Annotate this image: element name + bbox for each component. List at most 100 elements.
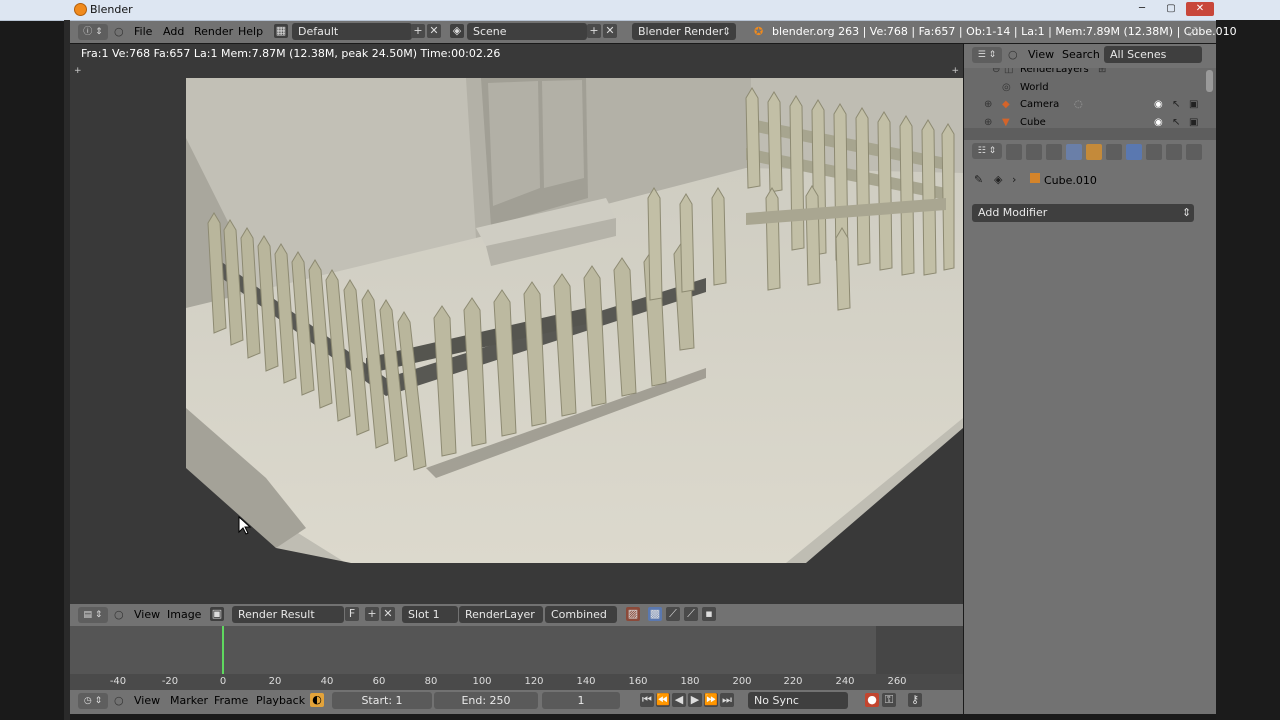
menu-file[interactable]: File: [134, 24, 152, 40]
image-browse-icon[interactable]: ▣: [210, 607, 224, 621]
timeline-menu-playback[interactable]: Playback: [256, 693, 305, 709]
timeline-track[interactable]: [70, 626, 963, 690]
outliner-item[interactable]: ⊕ ▼ Cube ◉ ↖ ▣: [964, 114, 1216, 128]
render-pass-select[interactable]: Combined: [545, 606, 617, 623]
modifiers-context-icon[interactable]: [1126, 144, 1142, 160]
image-editor-area[interactable]: Fra:1 Ve:768 Fa:657 La:1 Mem:7.87M (12.3…: [70, 44, 963, 604]
timeline-menu-marker[interactable]: Marker: [170, 693, 208, 709]
area-corner-icon-right[interactable]: +: [951, 66, 959, 76]
render-layers-context-icon[interactable]: [1026, 144, 1042, 160]
timeline-menu-view[interactable]: View: [134, 693, 160, 709]
next-keyframe-icon[interactable]: ⏩: [704, 693, 718, 707]
alpha-channel-icon[interactable]: ▩: [648, 607, 662, 621]
render-layer-select[interactable]: RenderLayer: [459, 606, 543, 623]
timeline-area[interactable]: -40 -20 0 20 40 60 80 100 120 140 160 18…: [70, 626, 963, 690]
minimize-button[interactable]: ─: [1130, 2, 1154, 16]
curve-icon[interactable]: ⟋: [684, 607, 698, 621]
outliner-tree[interactable]: ⊖ ◫ RenderLayers ⊞ ◎ World ⊕ ◆ Camera ◌ …: [964, 68, 1216, 128]
expand-icon[interactable]: ⊕: [984, 114, 992, 128]
renderability-camera-icon[interactable]: ▣: [1189, 114, 1198, 128]
play-icon[interactable]: ▶: [688, 693, 702, 707]
timeline-out-of-range-shade: [876, 626, 963, 674]
selectability-cursor-icon[interactable]: ↖: [1172, 96, 1180, 113]
renderability-camera-icon[interactable]: ▣: [1189, 96, 1198, 113]
preview-range-icon[interactable]: ◐: [310, 693, 324, 707]
end-frame-field[interactable]: End: 250: [434, 692, 538, 709]
grid-icon[interactable]: ▪: [702, 607, 716, 621]
outliner-item[interactable]: ◎ World: [964, 79, 1216, 96]
z-buffer-icon[interactable]: ⟋: [666, 607, 680, 621]
unlink-image-icon[interactable]: ✕: [381, 607, 395, 621]
texture-context-icon[interactable]: [1186, 144, 1202, 160]
menu-render[interactable]: Render: [194, 24, 233, 40]
start-frame-field[interactable]: Start: 1: [332, 692, 432, 709]
world-context-icon[interactable]: [1066, 144, 1082, 160]
outliner-menu-view[interactable]: View: [1028, 47, 1054, 63]
fullscreen-icon[interactable]: ⤢: [1188, 24, 1197, 40]
constraints-context-icon[interactable]: [1106, 144, 1122, 160]
menu-help[interactable]: Help: [238, 24, 263, 40]
jump-end-icon[interactable]: ⏭: [720, 693, 734, 707]
visibility-eye-icon[interactable]: ◉: [1154, 114, 1163, 128]
menu-add[interactable]: Add: [163, 24, 184, 40]
add-screen-icon[interactable]: +: [411, 24, 425, 38]
screen-layout-field[interactable]: Default: [292, 23, 412, 40]
editor-type-info-button[interactable]: ⓘ ⇕: [78, 24, 108, 40]
visibility-eye-icon[interactable]: ◉: [1154, 96, 1163, 113]
outliner-horizontal-scrollbar[interactable]: [964, 128, 1216, 140]
render-layer-toggle-icon[interactable]: ⊞: [1098, 68, 1106, 78]
fake-user-button[interactable]: F: [345, 607, 359, 621]
object-context-icon[interactable]: [1086, 144, 1102, 160]
sync-mode-select[interactable]: No Sync: [748, 692, 848, 709]
prev-keyframe-icon[interactable]: ⏪: [656, 693, 670, 707]
editor-type-outliner-button[interactable]: ☰ ⇕: [972, 47, 1002, 63]
collapse-menu-icon[interactable]: ○: [114, 24, 124, 40]
outliner-scrollbar[interactable]: [1206, 70, 1213, 92]
material-context-icon[interactable]: [1166, 144, 1182, 160]
add-scene-icon[interactable]: +: [587, 24, 601, 38]
image-menu-image[interactable]: Image: [167, 607, 201, 623]
new-image-icon[interactable]: +: [365, 607, 379, 621]
area-corner-icon[interactable]: +: [74, 66, 82, 76]
collapse-menu-icon-outliner[interactable]: ○: [1008, 47, 1018, 63]
expand-icon[interactable]: ⊖: [992, 68, 1000, 78]
render-context-icon[interactable]: [1006, 144, 1022, 160]
render-engine-select[interactable]: Blender Render: [632, 23, 736, 40]
data-context-icon[interactable]: [1146, 144, 1162, 160]
collapse-menu-icon-timeline[interactable]: ○: [114, 693, 124, 709]
add-modifier-dropdown[interactable]: Add Modifier: [972, 204, 1194, 222]
timeline-menu-frame[interactable]: Frame: [214, 693, 248, 709]
outliner-item[interactable]: ⊕ ◆ Camera ◌ ◉ ↖ ▣: [964, 96, 1216, 113]
outliner-item-label: Cube: [1020, 117, 1046, 128]
image-menu-view[interactable]: View: [134, 607, 160, 623]
object-name-breadcrumb: Cube.010: [1044, 174, 1097, 187]
scene-context-icon[interactable]: [1046, 144, 1062, 160]
selectability-cursor-icon[interactable]: ↖: [1172, 114, 1180, 128]
outliner-menu-search[interactable]: Search: [1062, 47, 1100, 63]
image-name-field[interactable]: Render Result: [232, 606, 344, 623]
close-button[interactable]: ✕: [1186, 2, 1214, 16]
color-channels-icon[interactable]: ▨: [626, 607, 640, 621]
collapse-menu-icon-image[interactable]: ○: [114, 607, 124, 623]
current-frame-field[interactable]: 1: [542, 692, 620, 709]
jump-start-icon[interactable]: ⏮: [640, 693, 654, 707]
auto-keyframe-record-icon[interactable]: ●: [865, 693, 879, 707]
outliner-item-label: RenderLayers: [1020, 68, 1089, 75]
render-slot-select[interactable]: Slot 1: [402, 606, 458, 623]
maximize-button[interactable]: ▢: [1158, 2, 1184, 16]
scene-icon[interactable]: ◈: [450, 24, 464, 38]
expand-icon[interactable]: ⊕: [984, 96, 992, 113]
editor-type-properties-button[interactable]: ☷ ⇕: [972, 143, 1002, 159]
remove-screen-icon[interactable]: ✕: [427, 24, 441, 38]
editor-type-image-button[interactable]: ▤ ⇕: [78, 607, 108, 623]
screen-layout-icon[interactable]: ▦: [274, 24, 288, 38]
play-reverse-icon[interactable]: ◀: [672, 693, 686, 707]
pin-icon[interactable]: ✎: [974, 173, 983, 186]
scene-field[interactable]: Scene: [467, 23, 587, 40]
insert-keyframe-icon[interactable]: ⚷: [908, 693, 922, 707]
editor-type-timeline-button[interactable]: ◷ ⇕: [78, 693, 108, 709]
outliner-item[interactable]: ⊖ ◫ RenderLayers ⊞: [964, 68, 1216, 78]
remove-scene-icon[interactable]: ✕: [603, 24, 617, 38]
outliner-display-mode-select[interactable]: All Scenes: [1104, 46, 1202, 63]
keying-set-icon[interactable]: ⚿: [882, 693, 896, 707]
